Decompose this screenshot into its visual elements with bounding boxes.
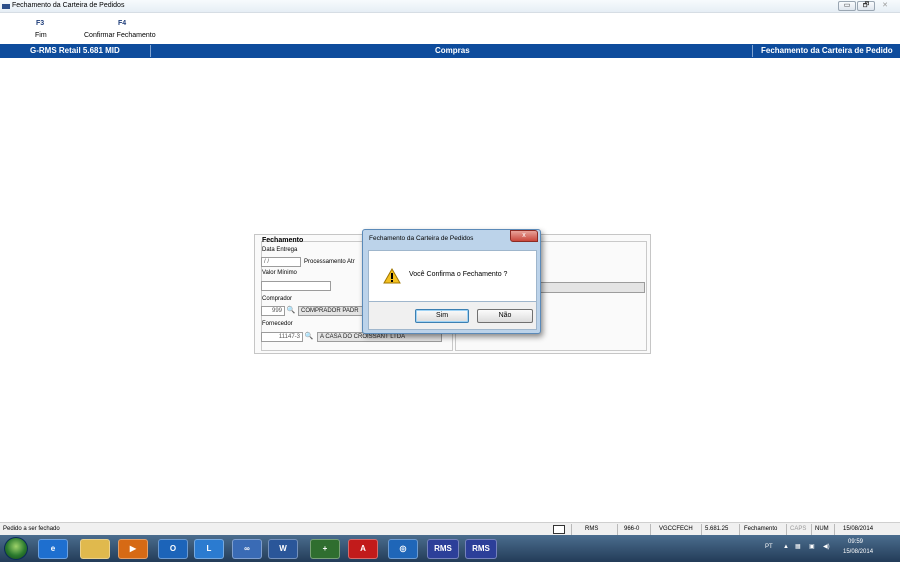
fornecedor-code-field[interactable]: 11147-3 bbox=[261, 332, 303, 342]
window-title: Fechamento da Carteira de Pedidos bbox=[12, 2, 125, 9]
network-icon[interactable]: ▦ bbox=[795, 543, 801, 550]
data-entrega-field[interactable]: / / bbox=[261, 257, 301, 267]
lync-icon[interactable]: L bbox=[194, 539, 224, 559]
processamento-label: Processamento Atr bbox=[304, 259, 355, 265]
outlook-icon[interactable]: O bbox=[158, 539, 188, 559]
fornecedor-label: Fornecedor bbox=[262, 321, 293, 327]
window-titlebar: Fechamento da Carteira de Pedidos ▭ 🗗 ✕ bbox=[0, 0, 900, 13]
start-button[interactable] bbox=[4, 537, 28, 560]
module-header: G-RMS Retail 5.681 MID Compras Fechament… bbox=[0, 44, 900, 58]
close-button[interactable]: ✕ bbox=[876, 1, 894, 11]
dialog-close-button[interactable]: x bbox=[510, 230, 538, 242]
dialog-title: Fechamento da Carteira de Pedidos bbox=[369, 235, 474, 242]
binoculars-icon[interactable]: 🔍 bbox=[286, 306, 296, 316]
restore-button[interactable]: 🗗 bbox=[857, 1, 875, 11]
comprador-code-field[interactable]: 999 bbox=[261, 306, 285, 316]
app-icon bbox=[2, 4, 10, 9]
media-player-icon[interactable]: ▶ bbox=[118, 539, 148, 559]
screen-name: Fechamento da Carteira de Pedido bbox=[761, 46, 893, 55]
volume-icon[interactable]: ◀) bbox=[823, 543, 830, 550]
lotto-icon[interactable]: + bbox=[310, 539, 340, 559]
data-entrega-label: Data Entrega bbox=[262, 247, 298, 253]
fkey-f4-key[interactable]: F4 bbox=[118, 20, 126, 27]
screen-icon bbox=[553, 525, 565, 534]
valor-minimo-label: Valor Mínimo bbox=[262, 270, 297, 276]
acrobat-icon[interactable]: A bbox=[348, 539, 378, 559]
tray-arrow-icon[interactable]: ▲ bbox=[783, 544, 789, 550]
confirm-dialog: Fechamento da Carteira de Pedidos x Você… bbox=[362, 229, 541, 334]
group-title: Fechamento bbox=[262, 237, 304, 244]
globe-icon[interactable]: ◎ bbox=[388, 539, 418, 559]
fkey-f3-label[interactable]: Fim bbox=[35, 32, 47, 39]
valor-minimo-field[interactable] bbox=[261, 281, 331, 291]
no-button[interactable]: Não bbox=[477, 309, 533, 323]
clock-time[interactable]: 09:59 bbox=[848, 539, 863, 545]
app-version: G-RMS Retail 5.681 MID bbox=[30, 46, 120, 55]
language-indicator[interactable]: PT bbox=[765, 544, 773, 550]
comprador-label: Comprador bbox=[262, 296, 293, 302]
app-icon[interactable]: ∞ bbox=[232, 539, 262, 559]
warning-icon bbox=[383, 268, 401, 284]
dialog-message: Você Confirma o Fechamento ? bbox=[409, 271, 508, 278]
rms-icon[interactable]: RMS bbox=[465, 539, 497, 559]
ie-icon[interactable]: e bbox=[38, 539, 68, 559]
fkey-f3-key[interactable]: F3 bbox=[36, 20, 44, 27]
explorer-icon[interactable] bbox=[80, 539, 110, 559]
binoculars-icon[interactable]: 🔍 bbox=[304, 332, 314, 342]
word-icon[interactable]: W bbox=[268, 539, 298, 559]
yes-button[interactable]: Sim bbox=[415, 309, 469, 323]
fkey-f4-label[interactable]: Confirmar Fechamento bbox=[84, 32, 156, 39]
minimize-button[interactable]: ▭ bbox=[838, 1, 856, 11]
status-bar: Pedido a ser fechado RMS 966-0 VGCCFECH … bbox=[0, 522, 900, 535]
rms-icon[interactable]: RMS bbox=[427, 539, 459, 559]
clock-date[interactable]: 15/08/2014 bbox=[843, 549, 873, 555]
function-key-bar bbox=[0, 14, 900, 44]
dialog-body: Você Confirma o Fechamento ? bbox=[368, 250, 537, 302]
monitor-icon[interactable]: ▣ bbox=[809, 543, 815, 550]
module-name: Compras bbox=[435, 46, 470, 55]
dialog-footer: Sim Não bbox=[368, 302, 537, 330]
comprador-name-field: COMPRADOR PADR bbox=[298, 306, 368, 316]
